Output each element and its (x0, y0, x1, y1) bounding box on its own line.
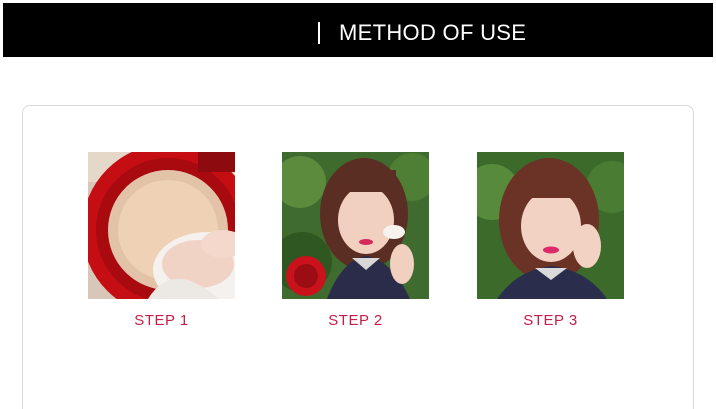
section-title: METHOD OF USE (339, 20, 527, 45)
step-2: STEP 2 (282, 152, 429, 329)
cushion-puff-photo (88, 152, 235, 299)
step-3: STEP 3 (477, 152, 624, 329)
step-label: STEP 1 (134, 312, 189, 329)
woman-applying-puff-photo (282, 152, 429, 299)
step-label: STEP 2 (328, 312, 383, 329)
woman-patting-cheek-photo (477, 152, 624, 299)
section-header: METHOD OF USE (3, 3, 713, 57)
header-divider (318, 22, 320, 44)
step-label: STEP 3 (523, 312, 578, 329)
step-1: STEP 1 (88, 152, 235, 329)
